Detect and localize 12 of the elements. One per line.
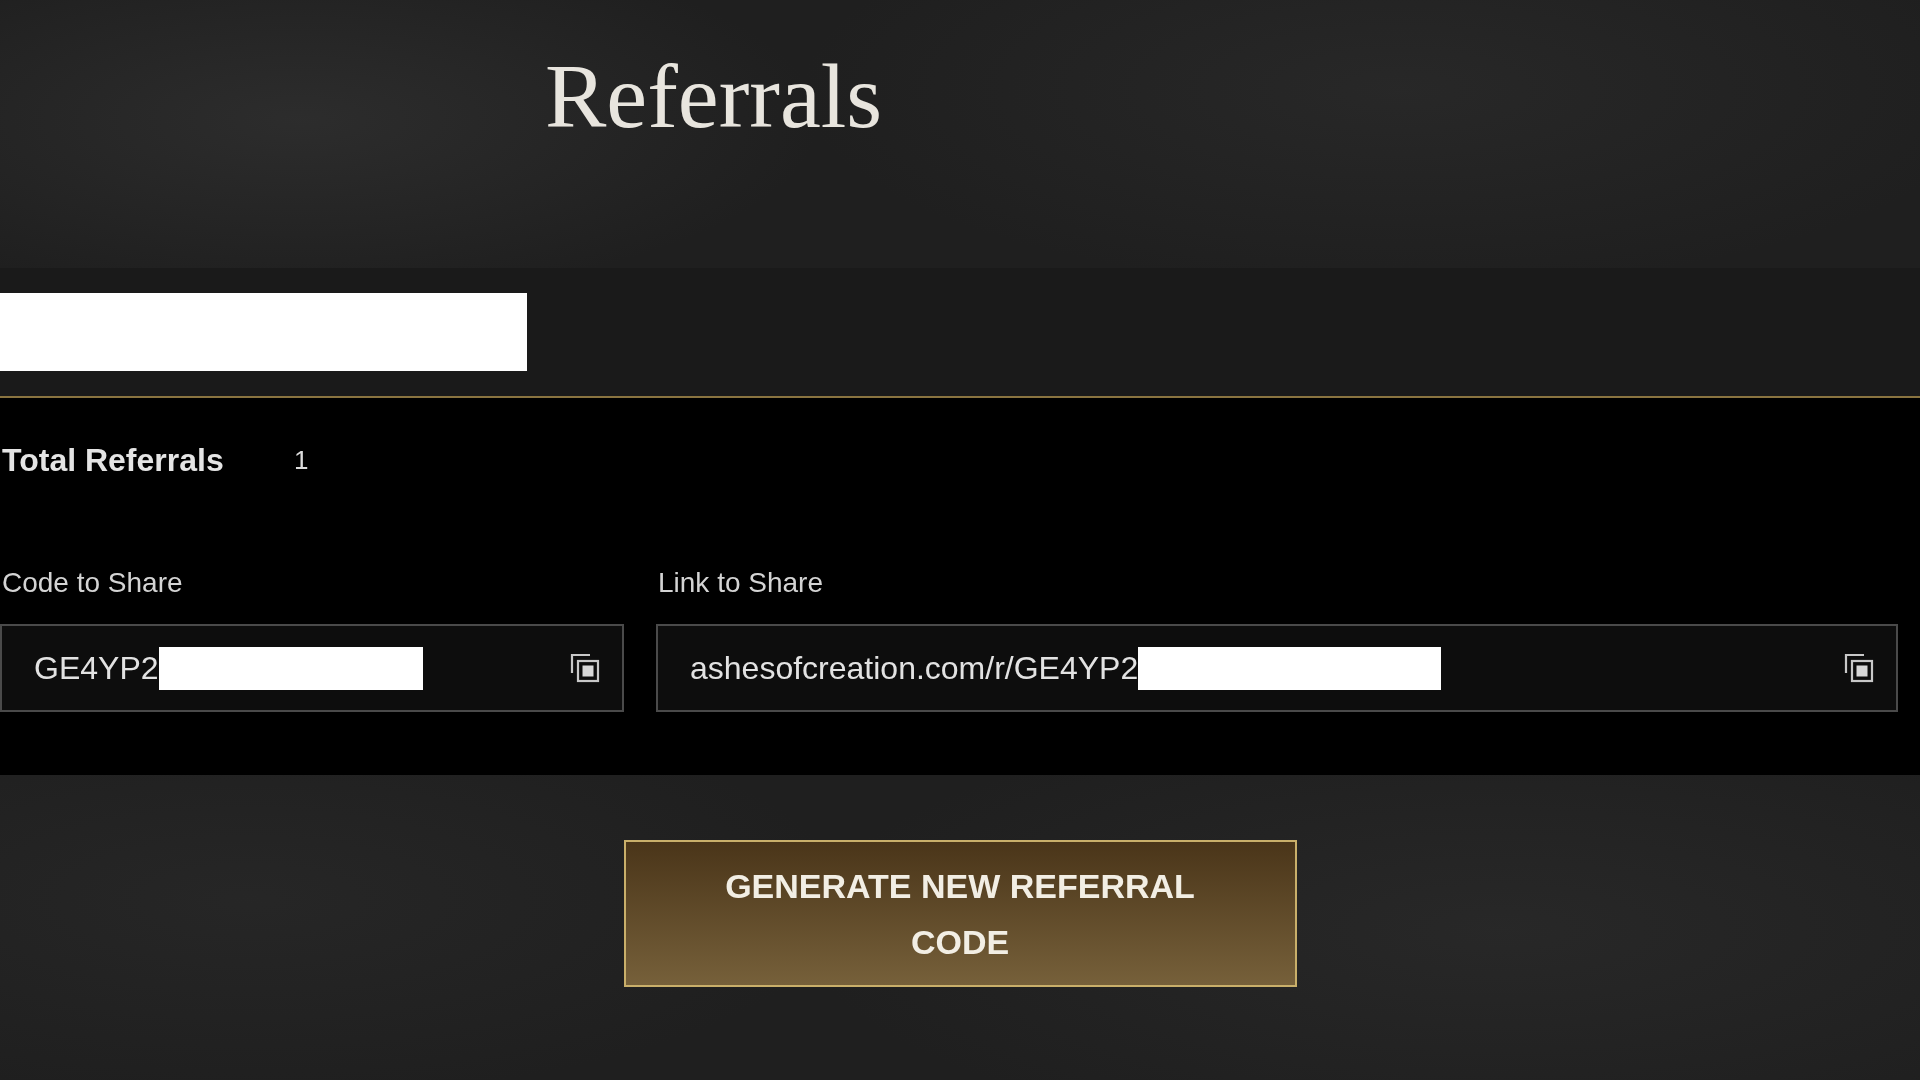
field-value: ashesofcreation.com/r/GE4YP2 <box>690 649 1139 687</box>
link-field[interactable]: ashesofcreation.com/r/GE4YP2 <box>656 624 1898 712</box>
code-field[interactable]: GE4YP2 <box>0 624 624 712</box>
field-label: Code to Share <box>1 566 183 600</box>
page-title: Referrals <box>545 50 883 142</box>
copy-icon[interactable] <box>1844 653 1874 683</box>
copy-icon[interactable] <box>570 653 600 683</box>
generate-code-button[interactable]: GENERATE NEW REFERRAL CODE <box>623 840 1297 987</box>
total-referrals-count: 1 <box>294 444 309 476</box>
field-value: GE4YP2 <box>34 649 159 687</box>
total-referrals-label: Total Referrals <box>2 441 225 479</box>
field-label: Link to Share <box>657 566 823 600</box>
